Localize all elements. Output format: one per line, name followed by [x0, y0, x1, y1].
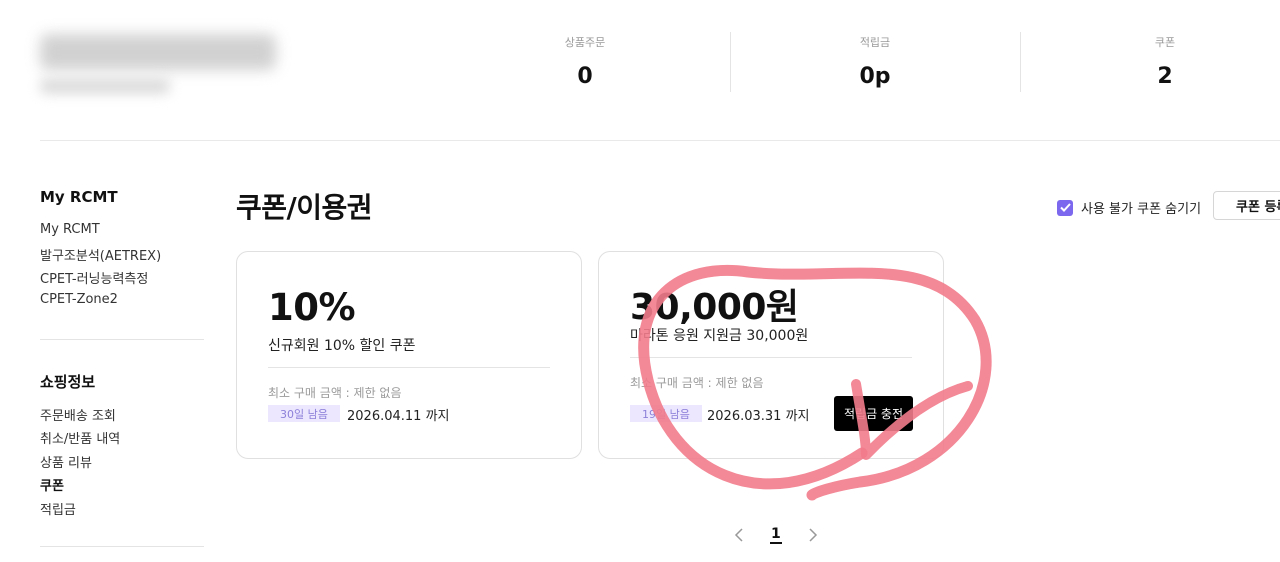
coupon-min-purchase: 최소 구매 금액 : 제한 없음: [268, 386, 402, 400]
sidebar-item-my-rcmt[interactable]: My RCMT: [40, 222, 100, 237]
coupon-amount: 10%: [268, 286, 356, 329]
sidebar-item-coupons[interactable]: 쿠폰: [40, 475, 64, 494]
sidebar-section-title-shopping: 쇼핑정보: [40, 373, 96, 391]
pagination: 1: [730, 524, 822, 546]
hide-unusable-label: 사용 불가 쿠폰 숨기기: [1081, 202, 1202, 217]
page-title: 쿠폰/이용권: [236, 191, 373, 224]
stat-divider: [730, 32, 731, 92]
stat-orders-label: 상품주문: [564, 36, 606, 49]
coupon-divider: [268, 367, 550, 368]
register-coupon-button[interactable]: 쿠폰 등록: [1213, 191, 1280, 220]
coupon-description: 신규회원 10% 할인 쿠폰: [268, 338, 416, 354]
sidebar-divider: [40, 339, 204, 340]
stat-points[interactable]: 적립금 0p: [805, 34, 945, 89]
sidebar-item-cancel-return[interactable]: 취소/반품 내역: [40, 428, 120, 447]
stat-points-value: 0p: [859, 64, 891, 89]
hide-unusable-toggle[interactable]: 사용 불가 쿠폰 숨기기: [1057, 198, 1201, 217]
coupon-expiry: 2026.04.11 까지: [347, 409, 450, 424]
charge-points-button[interactable]: 적립금 충전: [834, 396, 913, 431]
coupon-card: 10% 신규회원 10% 할인 쿠폰 최소 구매 금액 : 제한 없음 30일 …: [236, 251, 582, 459]
prev-page-chevron-left-icon[interactable]: [730, 524, 748, 546]
stat-coupons[interactable]: 쿠폰 2: [1095, 34, 1235, 89]
stat-coupons-label: 쿠폰: [1154, 36, 1176, 49]
sidebar-item-cpet-running[interactable]: CPET-러닝능력측정: [40, 268, 148, 287]
coupon-card: 30,000원 마라톤 응원 지원금 30,000원 최소 구매 금액 : 제한…: [598, 251, 944, 459]
sidebar-item-cpet-zone2[interactable]: CPET-Zone2: [40, 292, 118, 307]
blurred-user-subtitle: [40, 78, 170, 94]
coupon-divider: [630, 357, 912, 358]
days-left-badge: 19일 남음: [630, 405, 702, 422]
days-left-badge: 30일 남음: [268, 405, 340, 422]
sidebar-item-reviews[interactable]: 상품 리뷰: [40, 452, 92, 471]
stat-divider: [1020, 32, 1021, 92]
sidebar-section-title-rcmt: My RCMT: [40, 188, 118, 206]
coupon-amount: 30,000원: [630, 287, 799, 328]
coupon-min-purchase: 최소 구매 금액 : 제한 없음: [630, 376, 764, 390]
coupon-description: 마라톤 응원 지원금 30,000원: [630, 328, 809, 344]
coupon-expiry: 2026.03.31 까지: [707, 409, 810, 424]
sidebar-item-foot-analysis[interactable]: 발구조분석(AETREX): [40, 245, 161, 264]
sidebar-item-order-tracking[interactable]: 주문배송 조회: [40, 405, 116, 424]
stat-coupons-value: 2: [1157, 64, 1173, 89]
sidebar-divider: [40, 546, 204, 547]
checkbox-checked-icon[interactable]: [1057, 199, 1073, 216]
blurred-user-name: [40, 34, 276, 70]
stat-orders[interactable]: 상품주문 0: [515, 34, 655, 89]
sidebar-item-points[interactable]: 적립금: [40, 499, 76, 518]
header-divider: [40, 140, 1280, 141]
page-number-current[interactable]: 1: [770, 526, 782, 544]
next-page-chevron-right-icon[interactable]: [804, 524, 822, 546]
stat-points-label: 적립금: [859, 36, 891, 49]
stat-orders-value: 0: [577, 64, 593, 89]
